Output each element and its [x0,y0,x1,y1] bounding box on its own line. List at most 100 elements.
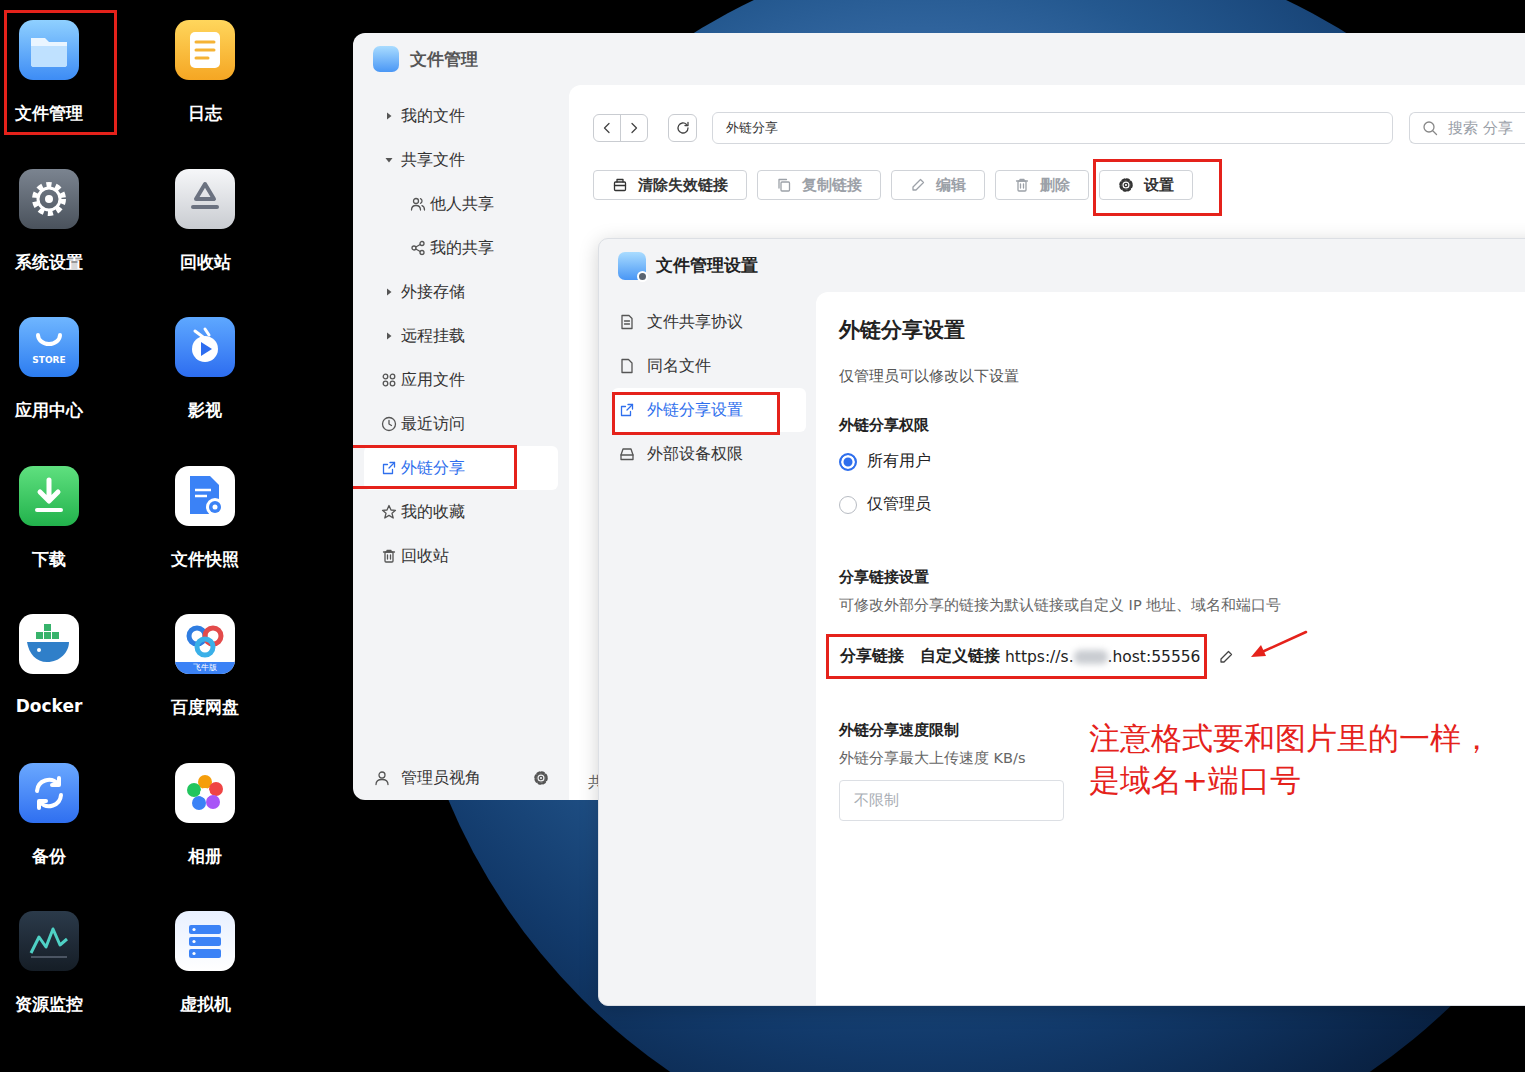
search-field[interactable]: 搜索 分享 [1409,112,1525,144]
toolbar: 外链分享 搜索 分享 [593,113,1525,143]
forward-icon [626,120,642,136]
path-field[interactable]: 外链分享 [712,112,1393,144]
app-tile [175,20,235,80]
settings-nav-item[interactable]: 外链分享设置 [612,388,806,432]
sidebar-item[interactable]: 他人共享 [364,182,558,226]
app-tile: STORE [19,317,79,377]
desktop-icon[interactable]: 文件管理 [0,20,98,169]
desktop-icon[interactable]: 下载 [0,466,98,615]
settings-nav: 文件共享协议 同名文件 外链分享设置 外部设备权限 [599,292,816,1005]
desktop-icon[interactable]: 虚拟机 [156,911,254,1060]
settings-dialog: 文件管理设置 文件共享协议 同名文件 外链分享设置 外部设备权限 外链分享设置 … [598,238,1525,1006]
url-start: https://s. [1005,648,1074,666]
sidebar-item[interactable]: 最近访问 [364,402,558,446]
sidebar-item-icon-slot [381,284,397,300]
settings-nav-item[interactable]: 文件共享协议 [612,300,806,344]
desktop-icon[interactable]: 日志 [156,20,254,169]
store-app-icon [19,317,79,377]
caret-right-icon [381,328,397,344]
app-tile [175,169,235,229]
refresh-icon [675,120,691,136]
action-button[interactable]: 复制链接 [757,170,881,200]
link-icon [381,460,397,476]
desktop-icon[interactable]: 回收站 [156,169,254,318]
action-button[interactable]: 设置 [1099,170,1193,200]
link-icon [619,402,635,418]
doc-icon [619,314,635,330]
radio-label: 仅管理员 [867,494,931,515]
sidebar-item-icon-slot [381,460,397,476]
radio-button[interactable] [839,496,857,514]
speed-limit-input[interactable]: 不限制 [839,780,1064,821]
sidebar-item-label: 我的收藏 [401,502,465,523]
sidebar-item[interactable]: 应用文件 [364,358,558,402]
settings-folder-icon [618,252,646,280]
settings-nav-label: 外部设备权限 [647,444,743,465]
action-button[interactable]: 删除 [995,170,1089,200]
sidebar-item[interactable]: 外接存储 [364,270,558,314]
desktop-icon[interactable]: 备份 [0,763,98,912]
desktop-icon-label: 资源监控 [15,993,83,1016]
desktop-icon-label: 文件管理 [15,102,83,125]
sidebar-item[interactable]: 外链分享 [364,446,558,490]
action-button[interactable]: 编辑 [891,170,985,200]
sidebar-item-label: 共享文件 [401,150,465,171]
sidebar-item[interactable]: 我的文件 [364,94,558,138]
nav-icon-slot [619,358,635,374]
dialog-header: 文件管理设置 [599,239,1525,292]
sidebar-item[interactable]: 回收站 [364,534,558,578]
sidebar-item-label: 回收站 [401,546,449,567]
settings-button[interactable] [533,770,549,786]
settings-heading: 外链分享设置 [839,314,1525,346]
settings-nav-item[interactable]: 同名文件 [612,344,806,388]
sidebar-item-icon-slot [381,504,397,520]
desktop-icon[interactable]: Docker [0,614,98,763]
app-tile [175,911,235,971]
action-button[interactable]: 清除失效链接 [593,170,747,200]
nav-icon-slot [619,314,635,330]
sidebar-item[interactable]: 共享文件 [364,138,558,182]
desktop-icon[interactable]: 资源监控 [0,911,98,1060]
app-tile [19,614,79,674]
desktop-icon-label: 文件快照 [171,548,239,571]
edit-link-button[interactable] [1218,649,1234,665]
permission-radio-group: 所有用户 仅管理员 [839,440,1525,526]
admin-view-label: 管理员视角 [401,768,481,789]
refresh-button[interactable] [668,114,697,142]
admin-view-toggle[interactable]: 管理员视角 [353,756,569,800]
nav-buttons [593,114,648,142]
sidebar-item-icon-slot [381,372,397,388]
back-button[interactable] [594,115,620,141]
radio-option[interactable]: 所有用户 [839,440,1525,483]
desktop-icon[interactable]: 影视 [156,317,254,466]
sidebar-item[interactable]: 远程挂载 [364,314,558,358]
sidebar-item-label: 他人共享 [430,194,494,215]
forward-button[interactable] [620,115,647,141]
user-icon [374,770,390,786]
radio-button[interactable] [839,453,857,471]
section-description: 可修改外部分享的链接为默认链接或自定义 IP 地址、域名和端口号 [839,594,1525,616]
window-title-text: 文件管理 [410,48,478,71]
sidebar-item[interactable]: 我的收藏 [364,490,558,534]
edit-icon [910,177,926,193]
desktop-icon[interactable]: 系统设置 [0,169,98,318]
sidebar-item[interactable]: 我的共享 [364,226,558,270]
radio-option[interactable]: 仅管理员 [839,483,1525,526]
action-button-label: 删除 [1040,176,1070,195]
sidebar-item-icon-slot [410,240,426,256]
desktop-icon-label: 回收站 [180,251,231,274]
share-link-row: 分享链接 自定义链接 https://s. .host:55556 [826,634,1207,679]
desktop-icon[interactable]: 文件快照 [156,466,254,615]
settings-nav-label: 文件共享协议 [647,312,743,333]
gear-badge-icon [637,271,648,282]
backup-app-icon [19,763,79,823]
desktop-icon[interactable]: 飞牛版 百度网盘 [156,614,254,763]
settings-nav-label: 同名文件 [647,356,711,377]
highlight-box [353,445,517,489]
action-bar: 清除失效链接 复制链接 编辑 删除 设置 [593,170,1525,200]
desktop-icon[interactable]: 相册 [156,763,254,912]
photos-app-icon [175,763,235,823]
share-link-mode: 自定义链接 [920,646,1000,667]
desktop-icon[interactable]: STORE 应用中心 [0,317,98,466]
settings-nav-item[interactable]: 外部设备权限 [612,432,806,476]
